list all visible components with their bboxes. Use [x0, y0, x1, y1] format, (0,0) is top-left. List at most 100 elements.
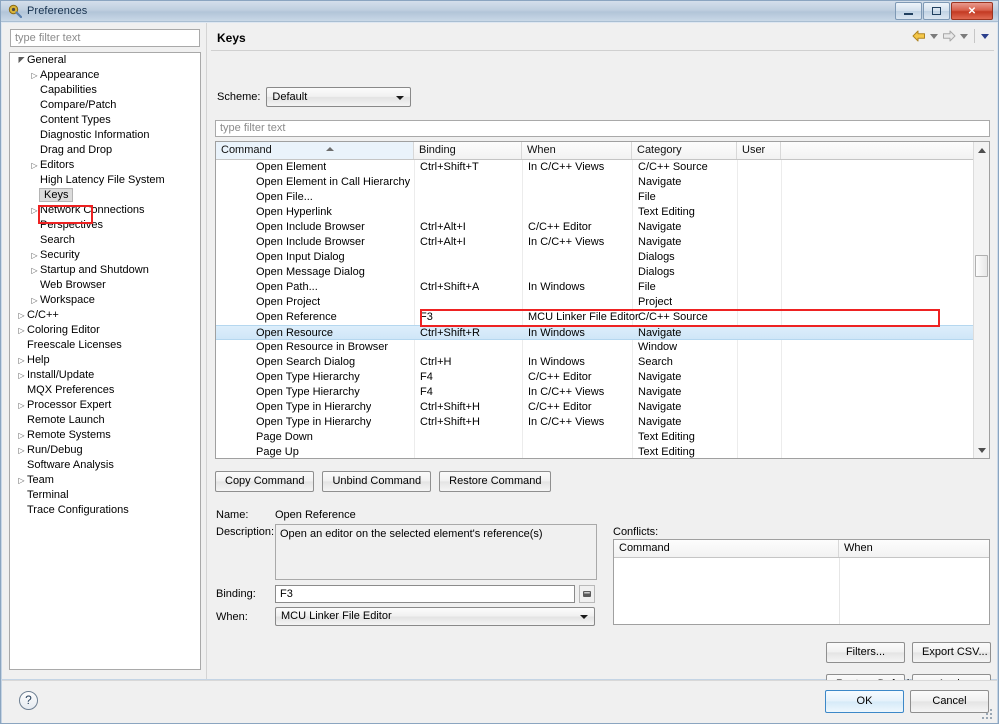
- table-row[interactable]: Open Input Dialog Dialogs: [216, 250, 975, 265]
- sidebar-item-workspace[interactable]: ▷ Workspace: [10, 293, 200, 308]
- back-history-chevron-down-icon[interactable]: [930, 33, 938, 39]
- sidebar-item-content-types[interactable]: Content Types: [10, 113, 200, 128]
- sidebar-item-coloring-editor[interactable]: ▷ Coloring Editor: [10, 323, 200, 338]
- sidebar-item-perspectives[interactable]: Perspectives: [10, 218, 200, 233]
- table-row[interactable]: Open Resource Ctrl+Shift+R In Windows Navig…: [216, 325, 975, 340]
- twisty-collapsed-icon[interactable]: ▷: [16, 353, 27, 368]
- twisty-collapsed-icon[interactable]: ▷: [16, 308, 27, 323]
- preferences-tree[interactable]: ◢ General ▷ Appearance Capabilities Compare…: [9, 52, 201, 670]
- resize-grip[interactable]: [982, 709, 994, 721]
- sidebar-item-security[interactable]: ▷ Security: [10, 248, 200, 263]
- binding-input[interactable]: F3: [275, 585, 575, 603]
- ok-button[interactable]: OK: [825, 690, 904, 713]
- table-row[interactable]: Open Search Dialog Ctrl+H In Windows Search: [216, 355, 975, 370]
- twisty-collapsed-icon[interactable]: ▷: [16, 398, 27, 413]
- table-row[interactable]: Open Reference F3 MCU Linker File Editor C/…: [216, 310, 975, 325]
- table-row[interactable]: Open Type in Hierarchy Ctrl+Shift+H C/C++ …: [216, 400, 975, 415]
- column-header-command[interactable]: Command: [216, 142, 414, 159]
- column-header-user[interactable]: User: [737, 142, 781, 159]
- table-row[interactable]: Open Include Browser Ctrl+Alt+I C/C++ Edit…: [216, 220, 975, 235]
- column-header-category[interactable]: Category: [632, 142, 737, 159]
- conflicts-column-header-command[interactable]: Command: [614, 540, 839, 557]
- restore-command-button[interactable]: Restore Command: [439, 471, 552, 492]
- minimize-button[interactable]: [895, 2, 922, 20]
- sidebar-item-general[interactable]: ◢ General: [10, 53, 200, 68]
- sidebar-item-keys[interactable]: Keys: [10, 188, 200, 203]
- scroll-up-button[interactable]: [974, 142, 989, 158]
- sidebar-item-remote-launch[interactable]: Remote Launch: [10, 413, 200, 428]
- table-row[interactable]: Page Down Text Editing: [216, 430, 975, 445]
- view-menu-chevron-down-icon[interactable]: [981, 33, 989, 39]
- table-row[interactable]: Open Type in Hierarchy Ctrl+Shift+H In C/C…: [216, 415, 975, 430]
- table-row[interactable]: Open File... File: [216, 190, 975, 205]
- scrollbar-thumb[interactable]: [975, 255, 988, 277]
- scroll-down-button[interactable]: [974, 442, 989, 458]
- unbind-command-button[interactable]: Unbind Command: [322, 471, 432, 492]
- table-row[interactable]: Open Hyperlink Text Editing: [216, 205, 975, 220]
- sidebar-item-network-connections[interactable]: ▷ Network Connections: [10, 203, 200, 218]
- column-header-binding[interactable]: Binding: [414, 142, 522, 159]
- twisty-collapsed-icon[interactable]: ▷: [29, 203, 40, 218]
- filters-button[interactable]: Filters...: [826, 642, 905, 663]
- sidebar-item-diagnostic-information[interactable]: Diagnostic Information: [10, 128, 200, 143]
- twisty-collapsed-icon[interactable]: ▷: [29, 248, 40, 263]
- sidebar-item-web-browser[interactable]: Web Browser: [10, 278, 200, 293]
- table-row[interactable]: Open Type Hierarchy F4 In C/C++ Views Navig…: [216, 385, 975, 400]
- sidebar-item-startup-and-shutdown[interactable]: ▷ Startup and Shutdown: [10, 263, 200, 278]
- twisty-collapsed-icon[interactable]: ▷: [16, 368, 27, 383]
- sidebar-item-search[interactable]: Search: [10, 233, 200, 248]
- sidebar-item-freescale-licenses[interactable]: Freescale Licenses: [10, 338, 200, 353]
- help-icon[interactable]: ?: [19, 691, 38, 710]
- table-row[interactable]: Open Type Hierarchy F4 C/C++ Editor Navigat…: [216, 370, 975, 385]
- table-row[interactable]: Open Element Ctrl+Shift+T In C/C++ Views C/…: [216, 160, 975, 175]
- twisty-collapsed-icon[interactable]: ▷: [29, 158, 40, 173]
- sidebar-item-help[interactable]: ▷ Help: [10, 353, 200, 368]
- sidebar-item-c-c[interactable]: ▷ C/C++: [10, 308, 200, 323]
- twisty-collapsed-icon[interactable]: ▷: [29, 263, 40, 278]
- twisty-collapsed-icon[interactable]: ▷: [16, 428, 27, 443]
- cancel-button[interactable]: Cancel: [910, 690, 989, 713]
- table-row[interactable]: Open Path... Ctrl+Shift+A In Windows File: [216, 280, 975, 295]
- sidebar-item-capabilities[interactable]: Capabilities: [10, 83, 200, 98]
- forward-history-chevron-down-icon[interactable]: [960, 33, 968, 39]
- sidebar-item-run-debug[interactable]: ▷ Run/Debug: [10, 443, 200, 458]
- conflicts-column-header-when[interactable]: When: [839, 540, 989, 557]
- close-button[interactable]: ✕: [951, 2, 993, 20]
- sidebar-item-team[interactable]: ▷ Team: [10, 473, 200, 488]
- twisty-collapsed-icon[interactable]: ▷: [16, 473, 27, 488]
- when-select[interactable]: MCU Linker File Editor: [275, 607, 595, 626]
- sidebar-item-install-update[interactable]: ▷ Install/Update: [10, 368, 200, 383]
- sidebar-item-editors[interactable]: ▷ Editors: [10, 158, 200, 173]
- keys-table-scrollbar[interactable]: [973, 142, 989, 458]
- table-row[interactable]: Page Up Text Editing: [216, 445, 975, 458]
- column-header-extra[interactable]: [781, 142, 975, 159]
- scheme-select[interactable]: Default: [266, 87, 412, 107]
- sidebar-item-software-analysis[interactable]: Software Analysis: [10, 458, 200, 473]
- table-row[interactable]: Open Message Dialog Dialogs: [216, 265, 975, 280]
- sidebar-filter-input[interactable]: type filter text: [10, 29, 200, 47]
- sidebar-item-remote-systems[interactable]: ▷ Remote Systems: [10, 428, 200, 443]
- twisty-collapsed-icon[interactable]: ▷: [16, 323, 27, 338]
- maximize-button[interactable]: [923, 2, 950, 20]
- table-row[interactable]: Open Resource in Browser Window: [216, 340, 975, 355]
- keybinding-icon[interactable]: [579, 585, 595, 603]
- column-header-when[interactable]: When: [522, 142, 632, 159]
- twisty-collapsed-icon[interactable]: ▷: [16, 443, 27, 458]
- sidebar-item-appearance[interactable]: ▷ Appearance: [10, 68, 200, 83]
- table-row[interactable]: Open Project Project: [216, 295, 975, 310]
- conflicts-table[interactable]: Command When: [613, 539, 990, 625]
- copy-command-button[interactable]: Copy Command: [215, 471, 315, 492]
- twisty-collapsed-icon[interactable]: ▷: [29, 293, 40, 308]
- table-row[interactable]: Open Include Browser Ctrl+Alt+I In C/C++ V…: [216, 235, 975, 250]
- sidebar-item-processor-expert[interactable]: ▷ Processor Expert: [10, 398, 200, 413]
- forward-arrow-icon[interactable]: [941, 29, 957, 43]
- keys-filter-input[interactable]: type filter text: [215, 120, 990, 137]
- sidebar-item-trace-configurations[interactable]: Trace Configurations: [10, 503, 200, 518]
- table-row[interactable]: Open Element in Call Hierarchy Navigate: [216, 175, 975, 190]
- sidebar-item-drag-and-drop[interactable]: Drag and Drop: [10, 143, 200, 158]
- back-arrow-icon[interactable]: [911, 29, 927, 43]
- sidebar-item-high-latency-file-system[interactable]: High Latency File System: [10, 173, 200, 188]
- sidebar-item-mqx-preferences[interactable]: MQX Preferences: [10, 383, 200, 398]
- twisty-collapsed-icon[interactable]: ▷: [29, 68, 40, 83]
- sidebar-item-compare-patch[interactable]: Compare/Patch: [10, 98, 200, 113]
